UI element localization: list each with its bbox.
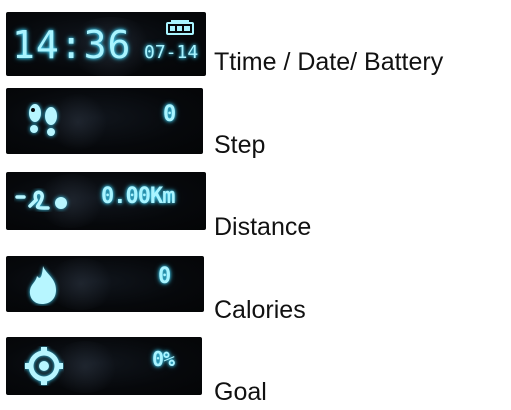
display-distance-screen: 0.00Km [6, 172, 206, 230]
battery-icon [166, 20, 194, 35]
caption-distance: Distance [214, 213, 312, 241]
display-time-screen: 14:36 07-14 [6, 12, 206, 76]
calories-count: 0 [158, 264, 172, 289]
caption-calories: Calories [214, 296, 306, 324]
flame-icon [29, 266, 56, 304]
display-calories-screen: 0 [6, 256, 204, 312]
distance-path-icon [15, 190, 67, 210]
caption-goal: Goal [214, 378, 267, 406]
goal-percent: 0% [152, 347, 175, 371]
step-count: 0 [163, 102, 177, 127]
caption-step: Step [214, 131, 266, 159]
distance-value: 0.00Km [101, 184, 175, 209]
footprints-icon [29, 104, 57, 136]
time-readout: 14:36 [12, 23, 132, 67]
target-icon [25, 347, 63, 385]
date-readout: 07-14 [144, 42, 199, 63]
display-goal-screen: 0% [6, 337, 202, 395]
display-step-screen: 0 [6, 88, 203, 154]
caption-time-date-battery: Ttime / Date/ Battery [214, 48, 444, 76]
